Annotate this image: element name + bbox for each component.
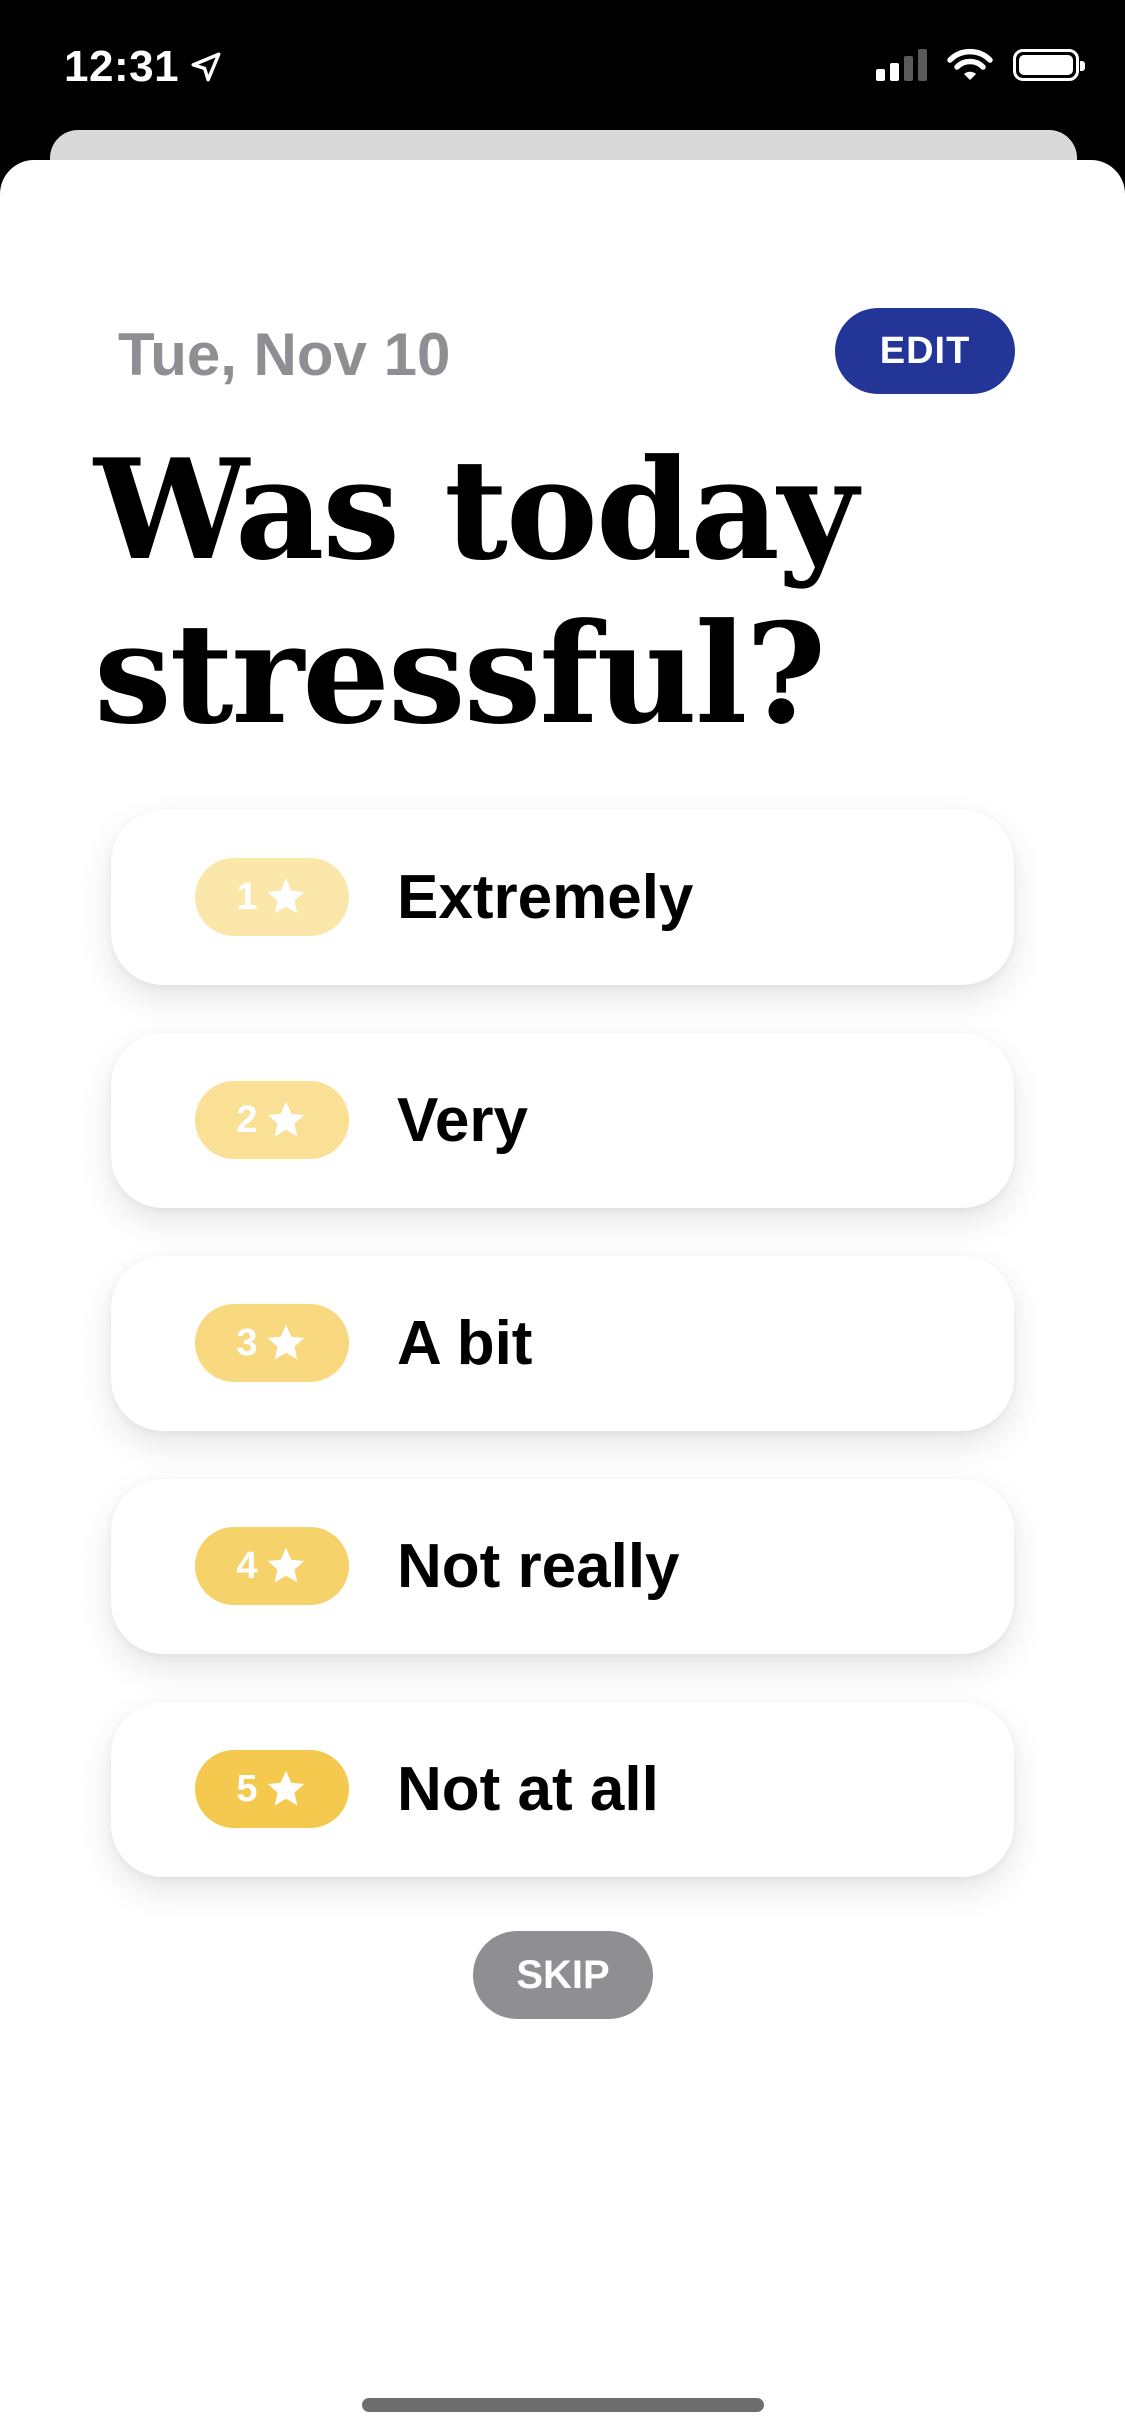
battery-icon <box>1013 49 1085 81</box>
question-sheet: Tue, Nov 10 EDIT Was today stressful? 1 … <box>0 160 1125 2436</box>
rating-option-4[interactable]: 4 Not really <box>111 1479 1014 1654</box>
rating-label: Extremely <box>397 863 694 932</box>
rating-number: 5 <box>236 1767 258 1810</box>
rating-option-2[interactable]: 2 Very <box>111 1033 1014 1208</box>
rating-badge: 2 <box>195 1081 349 1159</box>
screen: 12:31 Tue, Nov 10 EDIT Was today stressf… <box>0 0 1125 2436</box>
star-icon <box>267 878 304 914</box>
status-time: 12:31 <box>64 42 223 92</box>
time-label: 12:31 <box>64 42 180 91</box>
rating-label: A bit <box>397 1309 533 1378</box>
status-icons <box>876 48 1085 82</box>
rating-number: 2 <box>236 1098 258 1141</box>
rating-label: Not at all <box>397 1755 659 1824</box>
skip-button[interactable]: SKIP <box>473 1931 653 2019</box>
rating-badge: 1 <box>195 858 349 936</box>
cellular-signal-icon <box>876 49 927 81</box>
star-icon <box>267 1770 304 1806</box>
star-icon <box>267 1324 304 1360</box>
rating-number: 4 <box>236 1544 258 1587</box>
rating-option-5[interactable]: 5 Not at all <box>111 1702 1014 1877</box>
rating-badge: 3 <box>195 1304 349 1382</box>
rating-option-1[interactable]: 1 Extremely <box>111 810 1014 985</box>
date-label: Tue, Nov 10 <box>118 321 451 388</box>
rating-badge: 4 <box>195 1527 349 1605</box>
wifi-icon <box>947 48 993 80</box>
edit-button[interactable]: EDIT <box>835 308 1015 394</box>
rating-label: Not really <box>397 1532 680 1601</box>
rating-number: 3 <box>236 1321 258 1364</box>
rating-option-3[interactable]: 3 A bit <box>111 1256 1014 1431</box>
rating-options: 1 Extremely 2 Very 3 A bit 4 Not really … <box>111 810 1014 1925</box>
location-arrow-icon <box>191 52 221 82</box>
rating-number: 1 <box>236 875 258 918</box>
star-icon <box>267 1547 304 1583</box>
rating-label: Very <box>397 1086 529 1155</box>
question-title: Was today stressful? <box>94 428 858 755</box>
home-indicator[interactable] <box>362 2398 764 2412</box>
star-icon <box>267 1101 304 1137</box>
rating-badge: 5 <box>195 1750 349 1828</box>
